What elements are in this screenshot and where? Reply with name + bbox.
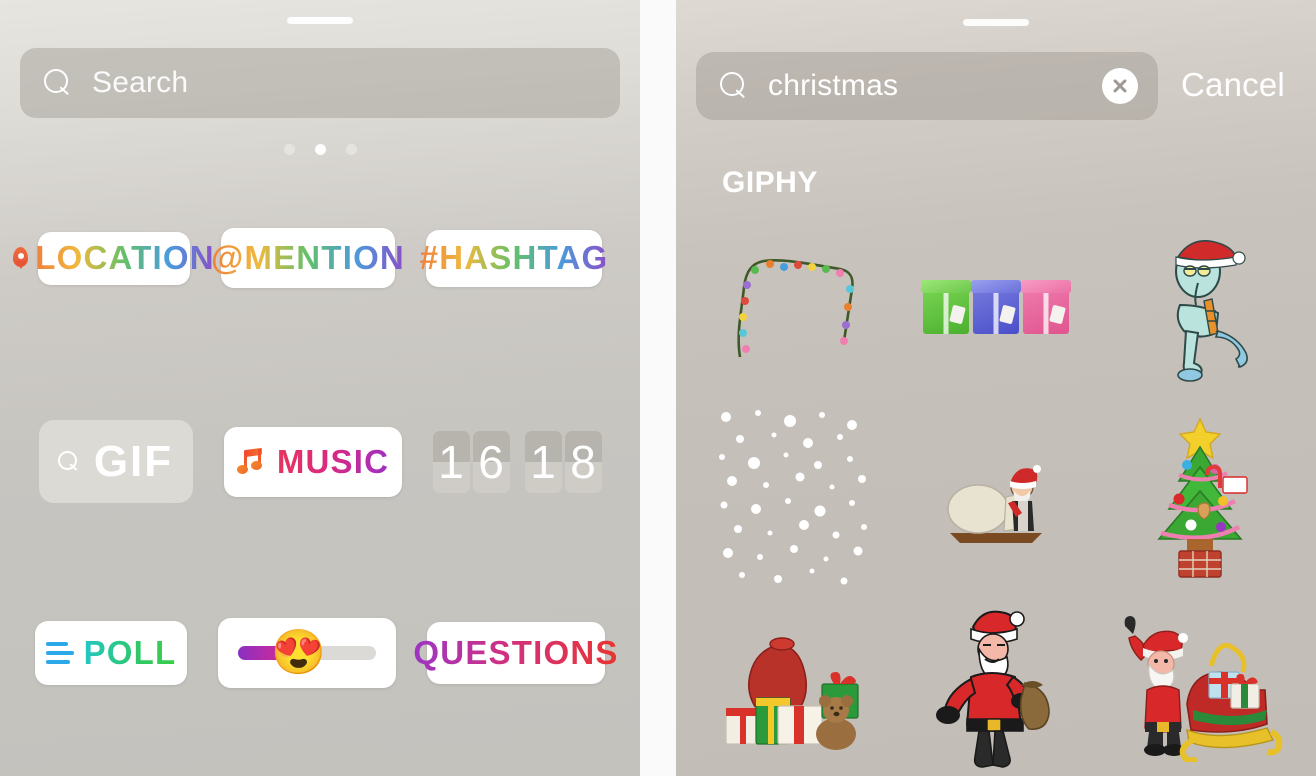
sticker-tray-panel: Search LOCATION @MENTION #HASHTAG GIF MU… — [0, 0, 640, 776]
music-note-icon — [236, 446, 268, 478]
search-placeholder: Search — [92, 66, 189, 99]
close-circle-icon[interactable] — [1102, 68, 1138, 104]
giphy-result-gift-pile[interactable] — [690, 592, 894, 776]
sticker-countdown-button[interactable]: 1 6 1 8 — [432, 430, 602, 493]
santa-pushing-sack-icon — [947, 465, 1042, 543]
santa-sleigh-icon — [1124, 616, 1283, 762]
countdown-digit-4: 8 — [570, 435, 596, 488]
cancel-button[interactable]: Cancel — [1181, 66, 1285, 104]
sticker-row-1: LOCATION @MENTION #HASHTAG — [0, 228, 640, 288]
questions-shadow-card — [433, 675, 599, 693]
giphy-result-squidward-santa[interactable] — [1098, 212, 1302, 402]
giphy-result-walking-santa[interactable] — [894, 592, 1098, 776]
gift-pile-icon — [725, 637, 859, 750]
giphy-result-christmas-lights[interactable] — [690, 212, 894, 402]
countdown-digit-3: 1 — [530, 435, 556, 488]
search-icon — [57, 450, 80, 473]
countdown-digit-2: 6 — [478, 435, 504, 488]
sticker-music-button[interactable]: MUSIC — [223, 426, 402, 497]
sticker-poll-label: POLL — [83, 634, 177, 671]
giphy-search-value: christmas — [768, 69, 899, 102]
countdown-digit-1: 1 — [438, 435, 464, 488]
page-dot-2[interactable] — [314, 144, 326, 155]
giphy-result-santa-sleigh[interactable] — [1098, 592, 1302, 776]
sticker-search-bar[interactable]: Search — [20, 48, 620, 118]
map-pin-icon — [13, 247, 29, 267]
countdown-digit-tile: 6 — [472, 430, 510, 493]
pagination-dots — [0, 144, 640, 155]
sticker-emoji-slider-button[interactable]: 😍 — [218, 618, 396, 688]
sticker-row-3: POLL 😍 QUESTIONS — [0, 618, 640, 693]
sticker-music-label: MUSIC — [276, 442, 390, 480]
search-icon — [44, 69, 72, 97]
drag-handle[interactable] — [287, 17, 353, 24]
sticker-gif-button[interactable]: GIF — [38, 420, 193, 503]
sticker-mention-label: @MENTION — [211, 239, 405, 276]
poll-bars-icon — [45, 640, 74, 666]
emoji-slider-track[interactable]: 😍 — [238, 631, 376, 675]
countdown-digit-tile: 1 — [524, 430, 562, 493]
drag-handle[interactable] — [963, 19, 1029, 26]
sticker-hashtag-label: #HASHTAG — [419, 239, 609, 276]
search-icon — [720, 72, 748, 100]
gift-boxes-icon — [921, 280, 1071, 334]
panel-divider — [640, 0, 676, 776]
giphy-results-grid — [690, 212, 1302, 776]
sticker-questions-label: QUESTIONS — [413, 634, 619, 671]
giphy-search-bar[interactable]: christmas — [696, 52, 1158, 120]
giphy-result-christmas-tree[interactable] — [1098, 402, 1302, 592]
giphy-result-santa-pushing-sack[interactable] — [894, 402, 1098, 592]
sticker-questions-button[interactable]: QUESTIONS — [413, 622, 617, 693]
christmas-tree-icon — [1157, 417, 1248, 578]
sticker-location-button[interactable]: LOCATION — [13, 231, 214, 285]
giphy-search-panel: christmas Cancel GIPHY — [676, 0, 1316, 776]
countdown-digit-tile: 1 — [432, 430, 470, 493]
sticker-poll-button[interactable]: POLL — [35, 621, 187, 685]
giphy-result-gift-boxes[interactable] — [894, 212, 1098, 402]
christmas-lights-icon — [722, 237, 862, 377]
countdown-group-left: 1 6 — [432, 430, 510, 493]
squidward-santa-icon — [1175, 240, 1248, 382]
countdown-digit-tile: 8 — [564, 430, 602, 493]
giphy-section-title: GIPHY — [722, 166, 818, 199]
page-dot-3[interactable] — [345, 144, 357, 155]
sticker-location-label: LOCATION — [35, 239, 215, 276]
page-dot-1[interactable] — [283, 144, 295, 155]
sticker-gif-label: GIF — [93, 436, 174, 486]
sticker-mention-button[interactable]: @MENTION — [211, 228, 404, 288]
walking-santa-icon — [936, 610, 1050, 768]
dual-screenshot-container: Search LOCATION @MENTION #HASHTAG GIF MU… — [0, 0, 1316, 776]
falling-snow-icon — [712, 405, 872, 590]
sticker-row-2: GIF MUSIC 1 6 1 8 — [0, 420, 640, 503]
emoji-slider-thumb[interactable]: 😍 — [271, 631, 326, 675]
sticker-hashtag-button[interactable]: #HASHTAG — [420, 229, 607, 287]
countdown-group-right: 1 8 — [524, 430, 602, 493]
giphy-result-falling-snow[interactable] — [690, 402, 894, 592]
